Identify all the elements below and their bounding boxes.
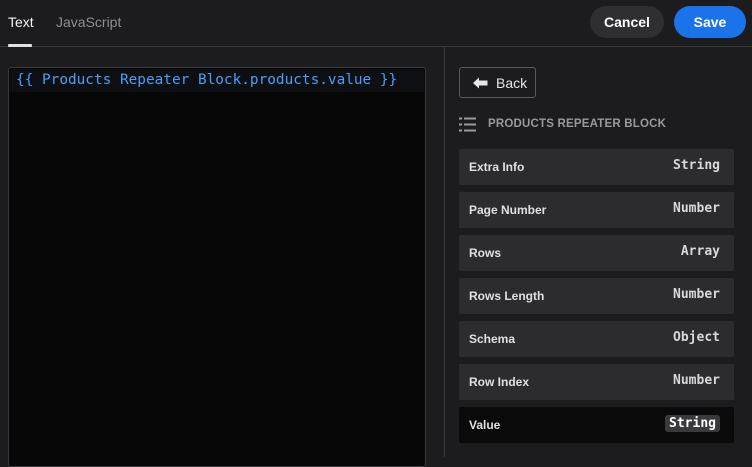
top-bar: Text JavaScript Cancel Save <box>0 0 752 47</box>
active-line-highlight: {{ Products Repeater Block.products.valu… <box>10 69 424 92</box>
section-title: PRODUCTS REPEATER BLOCK <box>488 118 667 130</box>
property-name: Schema <box>469 332 516 346</box>
save-button[interactable]: Save <box>674 6 746 38</box>
arrow-left-icon <box>473 77 488 88</box>
panel-divider <box>444 47 445 457</box>
property-type: Number <box>673 287 720 302</box>
tab-text[interactable]: Text <box>8 14 34 30</box>
property-name: Rows Length <box>469 289 545 303</box>
property-type: Number <box>673 201 720 216</box>
property-type-badge: String <box>665 415 720 432</box>
property-row-rows[interactable]: Rows Array <box>459 235 734 271</box>
property-row-rows-length[interactable]: Rows Length Number <box>459 278 734 314</box>
property-row-schema[interactable]: Schema Object <box>459 321 734 357</box>
property-name: Page Number <box>469 203 547 217</box>
code-editor[interactable]: {{ Products Repeater Block.products.valu… <box>8 67 426 467</box>
property-name: Row Index <box>469 375 530 389</box>
tab-javascript[interactable]: JavaScript <box>56 14 121 30</box>
cancel-button[interactable]: Cancel <box>590 6 664 38</box>
section-header: PRODUCTS REPEATER BLOCK <box>459 114 666 134</box>
property-name: Extra Info <box>469 160 525 174</box>
property-row-value[interactable]: Value String <box>459 407 734 443</box>
property-name: Value <box>469 418 501 432</box>
property-row-row-index[interactable]: Row Index Number <box>459 364 734 400</box>
property-type: String <box>673 158 720 173</box>
property-type: Number <box>673 373 720 388</box>
active-tab-indicator <box>8 44 32 47</box>
property-type: Array <box>680 244 720 259</box>
property-name: Rows <box>469 246 502 260</box>
property-row-page-number[interactable]: Page Number Number <box>459 192 734 228</box>
list-icon <box>459 117 476 131</box>
editor-code-text[interactable]: {{ Products Repeater Block.products.valu… <box>16 72 397 89</box>
property-type: Object <box>673 330 720 345</box>
property-row-extra-info[interactable]: Extra Info String <box>459 149 734 185</box>
back-button-label: Back <box>496 74 528 91</box>
back-button[interactable]: Back <box>459 67 536 98</box>
